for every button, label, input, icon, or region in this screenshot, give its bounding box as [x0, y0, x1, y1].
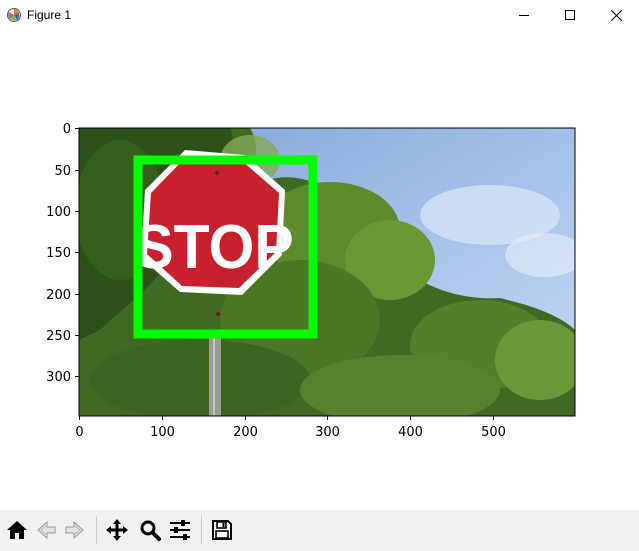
home-button[interactable]	[3, 515, 31, 545]
x-tick-label: 300	[315, 425, 340, 440]
magnifier-icon	[140, 520, 161, 541]
forward-arrow-icon	[65, 520, 84, 540]
y-tick-label: 50	[54, 164, 71, 179]
maximize-button[interactable]	[547, 0, 593, 30]
y-tick-label: 200	[46, 288, 71, 303]
y-tick-label: 100	[46, 205, 71, 220]
y-tick-label: 250	[46, 329, 71, 344]
zoom-button[interactable]	[136, 515, 164, 545]
title-bar: Figure 1	[0, 0, 639, 30]
close-button[interactable]	[593, 0, 639, 30]
y-tick-label: 150	[46, 246, 71, 261]
stop-sign-text: STOP	[134, 212, 293, 282]
back-button[interactable]	[32, 515, 60, 545]
y-tick-label: 0	[63, 122, 71, 137]
image-display: STOP	[79, 128, 575, 416]
forward-button[interactable]	[61, 515, 89, 545]
y-tick-label: 300	[46, 370, 71, 385]
x-tick-label: 0	[75, 425, 83, 440]
x-tick-label: 500	[481, 425, 506, 440]
toolbar-separator	[201, 516, 202, 544]
back-arrow-icon	[37, 520, 56, 540]
x-tick-label: 400	[398, 425, 423, 440]
save-button[interactable]	[208, 515, 236, 545]
pan-button[interactable]	[103, 515, 131, 545]
minimize-icon	[519, 15, 529, 16]
figure-canvas[interactable]: STOP 0 100 200 300 400 500 0 50 100 150 …	[0, 30, 639, 510]
window-title: Figure 1	[27, 8, 72, 22]
minimize-button[interactable]	[501, 0, 547, 30]
home-icon	[7, 521, 27, 539]
axes[interactable]: STOP 0 100 200 300 400 500 0 50 100 150 …	[0, 30, 639, 510]
x-tick-label: 100	[150, 425, 175, 440]
x-axis: 0 100 200 300 400 500	[75, 416, 506, 440]
navigation-toolbar	[0, 510, 639, 551]
configure-subplots-button[interactable]	[166, 515, 194, 545]
toolbar-separator	[96, 516, 97, 544]
maximize-icon	[565, 10, 575, 20]
sliders-icon	[170, 520, 190, 540]
x-tick-label: 200	[233, 425, 258, 440]
close-icon	[610, 9, 622, 21]
floppy-disk-icon	[212, 520, 232, 540]
matplotlib-logo-icon	[7, 8, 21, 22]
move-icon	[106, 519, 128, 541]
y-axis: 0 50 100 150 200 250 300	[46, 122, 79, 385]
